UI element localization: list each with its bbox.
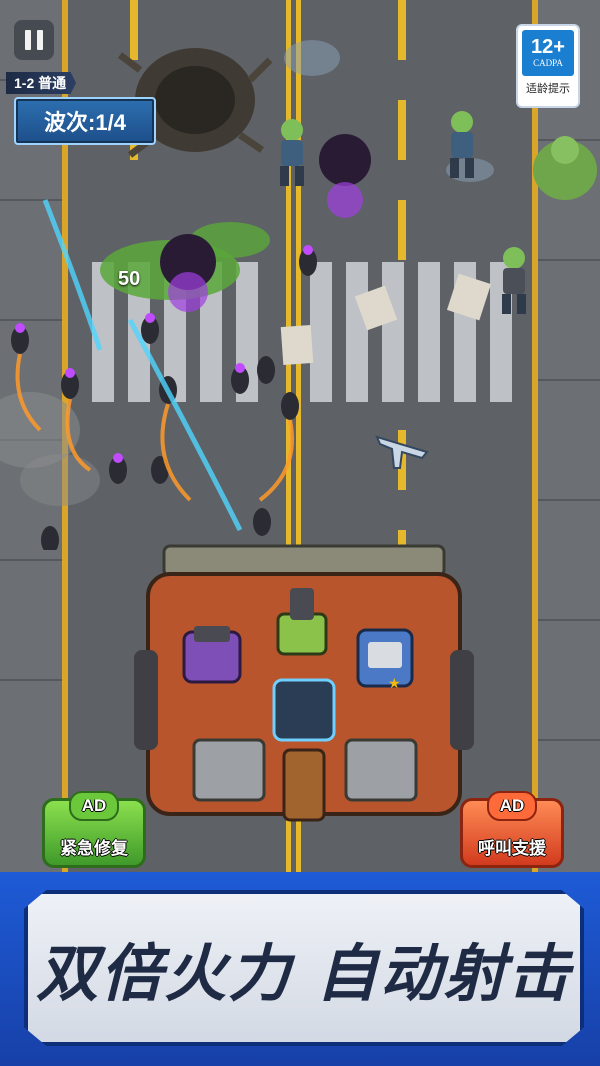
age-rating-org: CADPA — [533, 58, 563, 68]
zombie-icon — [450, 111, 474, 178]
turret-icon — [182, 626, 242, 684]
game-scene[interactable]: ★ 1-2 普通 波次:1/4 50 12+ CADPA 适龄提示 AD 紧急修… — [0, 0, 600, 1066]
call-support-button[interactable]: AD 呼叫支援 — [460, 791, 564, 868]
turret-icon — [276, 588, 328, 656]
pause-icon — [37, 30, 43, 50]
emergency-repair-button[interactable]: AD 紧急修复 — [42, 791, 146, 868]
airplane-icon — [375, 435, 429, 469]
repair-label: 紧急修复 — [60, 839, 128, 859]
ad-badge: AD — [69, 791, 119, 821]
age-rating-tip: 适龄提示 — [526, 82, 570, 95]
wave-counter: 波次:1/4 — [14, 97, 156, 145]
level-label: 1-2 普通 — [6, 72, 77, 94]
armored-truck — [134, 544, 474, 822]
pause-button[interactable] — [14, 20, 54, 60]
promo-banner-panel: 双倍火力 自动射击 — [24, 890, 584, 1046]
age-rating-value: 12+ — [531, 36, 565, 58]
zombie-icon — [502, 247, 526, 314]
damage-number: 50 — [118, 268, 141, 290]
svg-text:★: ★ — [388, 676, 401, 692]
call-support-label: 呼叫支援 — [478, 839, 546, 859]
age-rating-badge: 12+ CADPA 适龄提示 — [516, 24, 580, 108]
zombie-brute-icon — [533, 136, 597, 200]
ad-badge: AD — [487, 791, 537, 821]
pause-icon — [25, 30, 31, 50]
promo-banner-text: 双倍火力 自动射击 — [36, 937, 572, 1010]
age-rating-panel: 12+ CADPA — [522, 30, 574, 76]
missile-swarm — [11, 199, 317, 550]
promo-banner: 双倍火力 自动射击 — [0, 872, 600, 1066]
turret-icon: ★ — [356, 628, 414, 692]
